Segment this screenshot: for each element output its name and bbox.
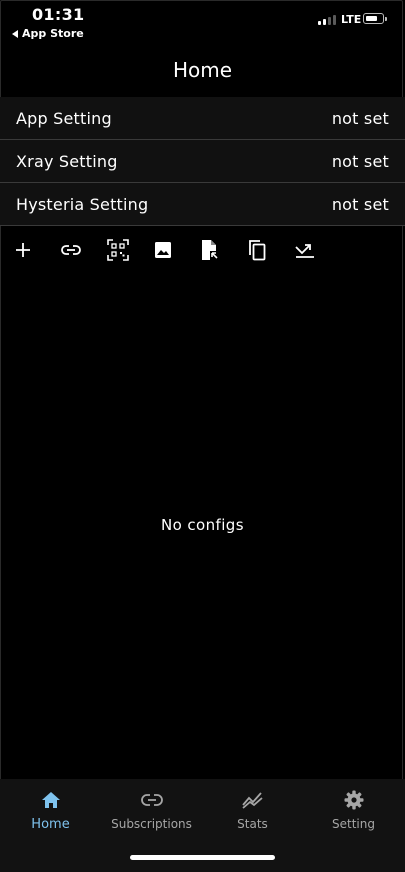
- status-time: 01:31: [32, 5, 85, 24]
- import-file-button[interactable]: [200, 236, 247, 264]
- tab-label: Subscriptions: [111, 817, 192, 831]
- tab-home[interactable]: Home: [0, 789, 101, 832]
- tab-subscriptions[interactable]: Subscriptions: [101, 789, 202, 831]
- image-icon: [155, 242, 172, 258]
- home-icon: [41, 792, 60, 808]
- xray-setting-row[interactable]: Xray Setting not set: [0, 140, 405, 183]
- stats-icon: [241, 792, 263, 809]
- add-button[interactable]: [13, 236, 60, 264]
- tab-label: Setting: [332, 817, 375, 831]
- link-icon: [60, 245, 81, 255]
- copy-icon: [249, 240, 266, 261]
- setting-value: not set: [331, 194, 389, 214]
- download-icon: [295, 244, 314, 258]
- tab-label: Home: [31, 817, 70, 832]
- import-image-button[interactable]: [153, 236, 200, 264]
- config-toolbar: [13, 236, 341, 264]
- status-bar: 01:31 App Store LTE: [0, 0, 405, 44]
- network-type: LTE: [341, 13, 362, 26]
- setting-label: App Setting: [16, 108, 112, 128]
- settings-list: App Setting not set Xray Setting not set…: [0, 97, 405, 226]
- battery-icon: [363, 13, 387, 24]
- gear-icon: [344, 790, 363, 810]
- paste-clipboard-button[interactable]: [247, 236, 294, 264]
- hysteria-setting-row[interactable]: Hysteria Setting not set: [0, 183, 405, 226]
- file-import-icon: [202, 240, 218, 260]
- app-setting-row[interactable]: App Setting not set: [0, 97, 405, 140]
- empty-state-message: No configs: [161, 516, 244, 534]
- back-app-label: App Store: [22, 27, 84, 40]
- add-icon: [16, 243, 30, 257]
- setting-label: Hysteria Setting: [16, 194, 149, 214]
- back-arrow-icon: [12, 29, 18, 38]
- setting-value: not set: [331, 108, 389, 128]
- tab-stats[interactable]: Stats: [202, 789, 303, 831]
- signal-icon: [318, 14, 336, 25]
- import-link-button[interactable]: [60, 236, 107, 264]
- link-icon: [140, 794, 163, 806]
- home-indicator[interactable]: [130, 855, 275, 860]
- setting-value: not set: [331, 151, 389, 171]
- page-title: Home: [172, 58, 233, 82]
- download-button[interactable]: [294, 236, 341, 264]
- tab-label: Stats: [237, 817, 268, 831]
- qr-scan-icon: [106, 239, 129, 261]
- scan-qr-button[interactable]: [106, 236, 154, 264]
- setting-label: Xray Setting: [16, 151, 118, 171]
- tab-setting[interactable]: Setting: [303, 789, 404, 831]
- back-to-app-link[interactable]: App Store: [12, 27, 84, 40]
